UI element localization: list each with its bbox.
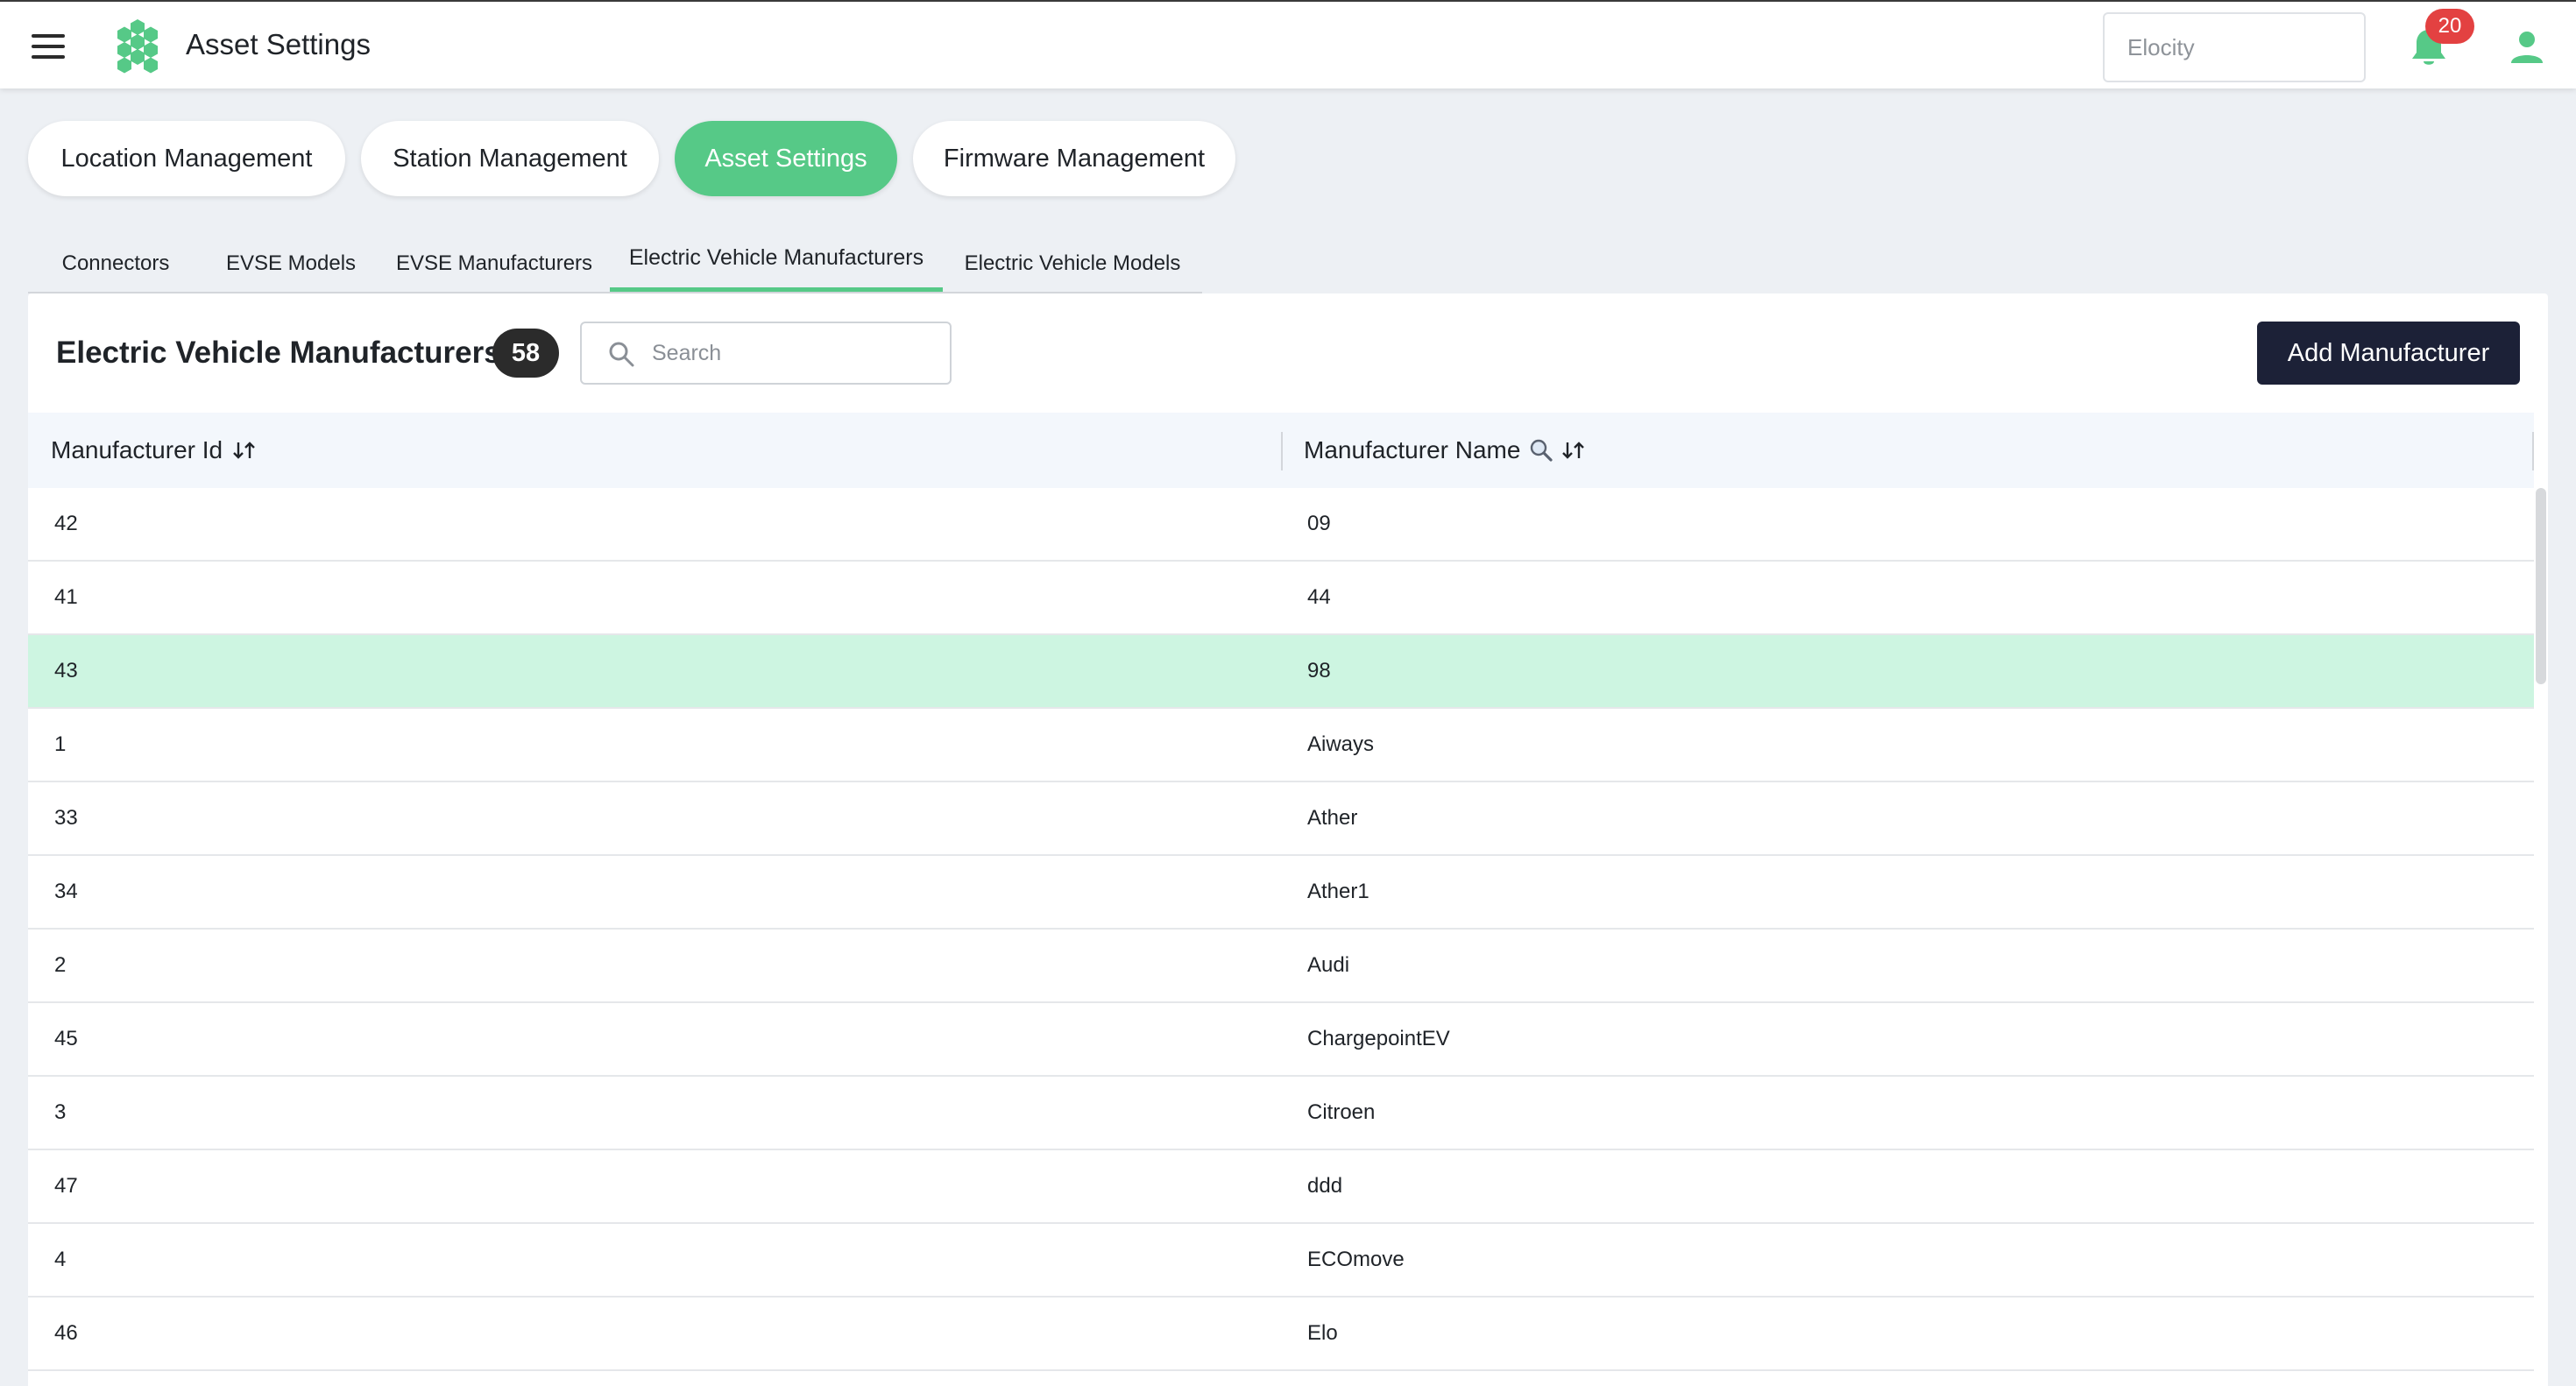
manufacturers-card: Electric Vehicle Manufacturers 58 Add Ma… (28, 293, 2548, 1386)
pill-location-management[interactable]: Location Management (28, 121, 345, 196)
cell-manufacturer-name: Citroen (1307, 1100, 1376, 1124)
user-icon[interactable] (2509, 30, 2544, 65)
scrollbar-thumb[interactable] (2536, 488, 2546, 684)
search-icon (609, 342, 634, 367)
table-row[interactable] (28, 1371, 2534, 1386)
column-header-name[interactable]: Manufacturer Name (1304, 413, 1587, 488)
notification-badge: 20 (2425, 9, 2474, 44)
table-row[interactable]: 42 09 (28, 488, 2534, 562)
sort-icon[interactable] (231, 440, 258, 461)
table-row[interactable]: 41 44 (28, 562, 2534, 635)
table-row[interactable]: 46 Elo (28, 1298, 2534, 1371)
subtab-evse-manufacturers[interactable]: EVSE Manufacturers (379, 235, 610, 293)
column-separator (2532, 432, 2534, 470)
column-header-id-label: Manufacturer Id (51, 436, 223, 463)
table-row[interactable]: 1 Aiways (28, 709, 2534, 782)
table-row[interactable]: 45 ChargepointEV (28, 1003, 2534, 1077)
cell-manufacturer-id: 41 (54, 585, 78, 609)
app-title: Asset Settings (186, 28, 371, 60)
cell-manufacturer-id: 34 (54, 880, 78, 903)
table-body: 42 09 41 44 43 98 1 Aiways 33 Ather 34 Ather1 2 Audi 4… (28, 488, 2534, 1386)
sort-icon[interactable] (1560, 440, 1587, 461)
subtab-evse-models[interactable]: EVSE Models (203, 235, 379, 293)
subtab-connectors[interactable]: Connectors (28, 235, 203, 293)
cell-manufacturer-name: ChargepointEV (1307, 1027, 1450, 1050)
cell-manufacturer-id: 45 (54, 1027, 78, 1050)
cell-manufacturer-id: 4 (54, 1248, 67, 1271)
table-row[interactable]: 2 Audi (28, 930, 2534, 1003)
cell-manufacturer-name: Elo (1307, 1321, 1338, 1345)
cell-manufacturer-id: 42 (54, 512, 78, 535)
cell-manufacturer-id: 3 (54, 1100, 67, 1124)
cell-manufacturer-id: 1 (54, 732, 67, 756)
cell-manufacturer-name: Ather (1307, 806, 1358, 830)
cell-manufacturer-name: Aiways (1307, 732, 1375, 756)
cell-manufacturer-name: 09 (1307, 512, 1331, 535)
cell-manufacturer-name: ddd (1307, 1174, 1343, 1198)
table-row[interactable]: 33 Ather (28, 782, 2534, 856)
cell-manufacturer-name: ECOmove (1307, 1248, 1405, 1271)
cell-manufacturer-name: 44 (1307, 585, 1331, 609)
cell-manufacturer-id: 2 (54, 953, 67, 977)
column-header-id[interactable]: Manufacturer Id (51, 413, 258, 488)
search-box[interactable] (580, 322, 952, 385)
search-input[interactable] (652, 323, 941, 383)
add-manufacturer-button[interactable]: Add Manufacturer (2257, 322, 2520, 385)
cell-manufacturer-id: 46 (54, 1321, 78, 1345)
table-row[interactable]: 34 Ather1 (28, 856, 2534, 930)
subtab-ev-models[interactable]: Electric Vehicle Models (943, 235, 1202, 293)
table-row[interactable]: 47 ddd (28, 1150, 2534, 1224)
menu-icon[interactable] (32, 34, 65, 59)
table-row[interactable]: 43 98 (28, 635, 2534, 709)
pill-asset-settings[interactable]: Asset Settings (675, 121, 897, 196)
table-row[interactable]: 4 ECOmove (28, 1224, 2534, 1298)
cell-manufacturer-name: Ather1 (1307, 880, 1369, 903)
table-row[interactable]: 3 Citroen (28, 1077, 2534, 1150)
filter-search-icon[interactable] (1529, 438, 1553, 463)
cell-manufacturer-id: 47 (54, 1174, 78, 1198)
cell-manufacturer-name: Audi (1307, 953, 1350, 977)
pill-firmware-management[interactable]: Firmware Management (913, 121, 1235, 196)
card-title: Electric Vehicle Manufacturers (56, 336, 501, 370)
table-header: Manufacturer Id Manufacturer Name (28, 413, 2534, 488)
pill-station-management[interactable]: Station Management (361, 121, 659, 196)
cell-manufacturer-id: 43 (54, 659, 78, 682)
count-badge: 58 (492, 329, 559, 378)
cell-manufacturer-name: 98 (1307, 659, 1331, 682)
cell-manufacturer-id: 33 (54, 806, 78, 830)
column-separator (1281, 432, 1283, 470)
top-bar: Asset Settings 20 (0, 0, 2576, 88)
column-header-name-label: Manufacturer Name (1304, 436, 1521, 463)
subtab-ev-manufacturers[interactable]: Electric Vehicle Manufacturers (610, 235, 943, 293)
hexagon-logo-icon (117, 19, 158, 74)
organization-input[interactable] (2103, 12, 2366, 82)
